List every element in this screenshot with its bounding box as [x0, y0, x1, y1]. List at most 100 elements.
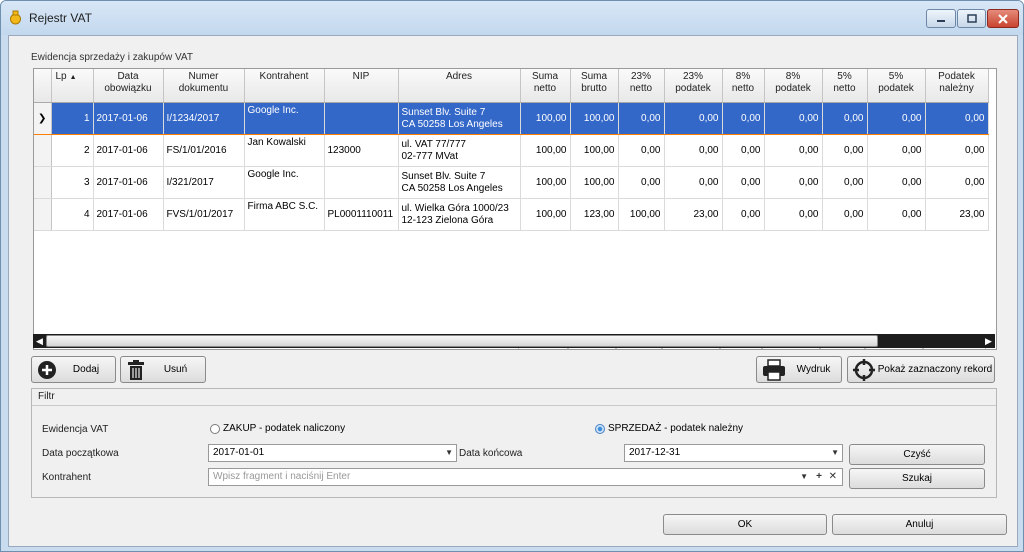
delete-button[interactable]: Usuń: [120, 356, 206, 383]
cell-8-netto: 0,00: [722, 134, 765, 167]
cell-lp: 4: [51, 198, 94, 231]
cell-8-netto: 0,00: [722, 102, 765, 135]
table-row[interactable]: 3 2017-01-06 I/321/2017 Google Inc. Suns…: [34, 166, 989, 199]
cell-numer: I/321/2017: [163, 166, 245, 199]
col-header-suma-brutto[interactable]: Suma brutto: [570, 69, 619, 103]
close-icon: [998, 13, 1008, 24]
show-selected-record-button[interactable]: Pokaż zaznaczony rekord: [847, 356, 995, 383]
app-icon: [10, 10, 21, 25]
cell-data: 2017-01-06: [93, 102, 164, 135]
close-button[interactable]: [987, 9, 1019, 28]
table-row[interactable]: 2 2017-01-06 FS/1/01/2016 Jan Kowalski 1…: [34, 134, 989, 167]
col-header-8-netto[interactable]: 8% netto: [722, 69, 765, 103]
cell-23-podatek: 0,00: [664, 166, 723, 199]
cell-5-netto: 0,00: [822, 134, 868, 167]
col-header-8-podatek[interactable]: 8% podatek: [764, 69, 823, 103]
radio-sprzedaz[interactable]: SPRZEDAŻ - podatek należny: [595, 423, 743, 434]
cell-kontrahent: Google Inc.: [244, 102, 325, 135]
cell-numer: FVS/1/01/2017: [163, 198, 245, 231]
cell-5-podatek: 0,00: [867, 166, 926, 199]
col-header-kontrahent[interactable]: Kontrahent: [244, 69, 325, 103]
col-header-23-podatek[interactable]: 23% podatek: [664, 69, 723, 103]
col-header-data[interactable]: Data obowiązku: [93, 69, 164, 103]
sort-ascending-icon: ▲: [69, 74, 77, 81]
show-selected-record-label: Pokaż zaznaczony rekord: [877, 364, 993, 375]
table-row[interactable]: ❯ 1 2017-01-06 I/1234/2017 Google Inc. S…: [34, 102, 989, 135]
cell-lp: 1: [51, 102, 94, 135]
filter-title: Filtr: [38, 391, 55, 402]
plus-icon[interactable]: +: [816, 469, 822, 485]
address-line-2: CA 50258 Los Angeles: [401, 182, 503, 194]
clear-button[interactable]: Czyść: [849, 444, 985, 465]
title-bar[interactable]: Rejestr VAT: [1, 1, 1023, 35]
col-header-label: 8% netto: [731, 71, 755, 94]
cell-5-netto: 0,00: [822, 166, 868, 199]
col-header-label: Suma netto: [531, 71, 559, 94]
col-header-5-netto[interactable]: 5% netto: [822, 69, 868, 103]
ok-button[interactable]: OK: [663, 514, 827, 535]
kontrahent-label: Kontrahent: [42, 472, 91, 483]
end-date-label: Data końcowa: [459, 448, 523, 459]
maximize-button[interactable]: [957, 9, 986, 28]
scrollbar-thumb[interactable]: [46, 335, 878, 347]
row-indicator: [34, 198, 52, 231]
cell-data: 2017-01-06: [93, 166, 164, 199]
cell-podatek-nalezny: 0,00: [925, 166, 989, 199]
cell-kontrahent: Firma ABC S.C.: [244, 198, 325, 231]
col-header-5-podatek[interactable]: 5% podatek: [867, 69, 926, 103]
col-header-lp[interactable]: Lp ▲: [51, 69, 94, 103]
add-button[interactable]: Dodaj: [31, 356, 116, 383]
col-header-label: Suma brutto: [580, 71, 608, 94]
col-header-nip[interactable]: NIP: [324, 69, 399, 103]
col-header-label: 5% netto: [833, 71, 856, 94]
cell-lp: 2: [51, 134, 94, 167]
address-line-1: Sunset Blv. Suite 7: [401, 170, 486, 182]
col-header-adres[interactable]: Adres: [398, 69, 521, 103]
cell-23-netto: 0,00: [618, 134, 665, 167]
cell-numer: I/1234/2017: [163, 102, 245, 135]
chevron-down-icon[interactable]: ▼: [800, 469, 808, 485]
cell-8-netto: 0,00: [722, 166, 765, 199]
horizontal-scrollbar[interactable]: ◀ ▶: [33, 334, 995, 348]
start-date-value: 2017-01-01: [213, 447, 265, 458]
col-header-label: Podatek należny: [938, 71, 975, 94]
col-header-label: 23% podatek: [675, 71, 711, 94]
vat-register-grid[interactable]: Lp ▲ Data obowiązku Numer dokumentu Kontr…: [33, 68, 997, 350]
col-header-numer[interactable]: Numer dokumentu: [163, 69, 245, 103]
minimize-button[interactable]: [926, 9, 956, 28]
cell-suma-netto: 100,00: [520, 166, 571, 199]
clear-x-icon[interactable]: ✕: [829, 469, 837, 485]
address-line-2: 02-777 MVat: [401, 150, 459, 162]
cell-podatek-nalezny: 0,00: [925, 134, 989, 167]
kontrahent-placeholder: Wpisz fragment i naciśnij Enter: [213, 471, 351, 482]
col-header-podatek-nalezny[interactable]: Podatek należny: [925, 69, 989, 103]
cell-lp: 3: [51, 166, 94, 199]
start-date-combo[interactable]: 2017-01-01 ▼: [208, 444, 457, 462]
trash-icon: [128, 359, 144, 380]
cancel-button[interactable]: Anuluj: [832, 514, 1007, 535]
search-button[interactable]: Szukaj: [849, 468, 985, 489]
col-header-suma-netto[interactable]: Suma netto: [520, 69, 571, 103]
radio-zakup[interactable]: ZAKUP - podatek naliczony: [210, 423, 345, 434]
kontrahent-search-input[interactable]: Wpisz fragment i naciśnij Enter ▼ + ✕: [208, 468, 843, 486]
col-header-label: 5% podatek: [878, 71, 914, 94]
radio-sprzedaz-dot: [595, 423, 605, 434]
scroll-right-icon[interactable]: ▶: [982, 334, 995, 348]
cell-suma-brutto: 100,00: [570, 134, 619, 167]
crosshair-icon: [853, 358, 875, 381]
chevron-down-icon: ▼: [831, 448, 839, 457]
table-row[interactable]: 4 2017-01-06 FVS/1/01/2017 Firma ABC S.C…: [34, 198, 989, 231]
end-date-combo[interactable]: 2017-12-31 ▼: [624, 444, 843, 462]
table-header-row: Lp ▲ Data obowiązku Numer dokumentu Kontr…: [34, 69, 989, 103]
print-button[interactable]: Wydruk: [756, 356, 842, 383]
cell-kontrahent: Jan Kowalski: [244, 134, 325, 167]
current-row-arrow-icon: ❯: [38, 112, 47, 124]
address-line-1: Sunset Blv. Suite 7: [401, 106, 486, 118]
cell-data: 2017-01-06: [93, 198, 164, 231]
cell-8-podatek: 0,00: [764, 166, 823, 199]
minimize-icon: [937, 19, 945, 22]
col-header-23-netto[interactable]: 23% netto: [618, 69, 665, 103]
scroll-left-icon[interactable]: ◀: [33, 334, 46, 348]
delete-button-label: Usuń: [163, 364, 188, 375]
chevron-down-icon: ▼: [445, 448, 453, 457]
